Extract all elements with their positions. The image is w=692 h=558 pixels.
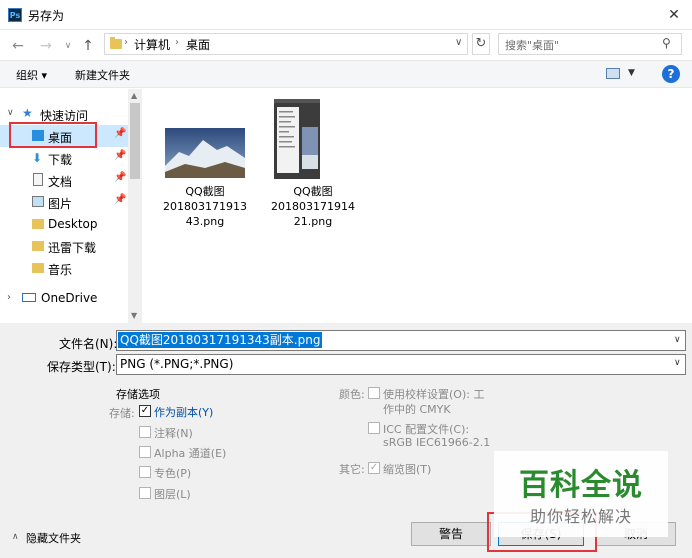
image-thumbnail (274, 99, 320, 179)
folder-icon (110, 37, 122, 49)
pictures-icon (32, 196, 44, 207)
download-arrow-icon: ⬇ (32, 151, 43, 165)
file-name-line: 43.png (185, 215, 225, 228)
scroll-up-icon[interactable]: ▲ (131, 91, 137, 100)
help-button[interactable]: ? (662, 65, 680, 83)
proof-setup-label-1: 使用校样设置(O): 工 (383, 388, 485, 401)
breadcrumb-separator-icon: › (124, 37, 128, 48)
pin-icon: 📌 (114, 150, 127, 161)
collapse-chevron-icon[interactable]: ∧ (12, 532, 19, 542)
nav-item-thunder-downloads[interactable]: 迅雷下载 (0, 235, 128, 257)
file-item[interactable] (274, 99, 320, 179)
new-folder-button[interactable]: 新建文件夹 (75, 67, 130, 83)
close-button[interactable]: ✕ (664, 6, 684, 24)
breadcrumb-computer[interactable]: 计算机 (134, 36, 170, 53)
folder-icon (32, 241, 44, 251)
filename-value[interactable]: QQ截图20180317191343副本.png (118, 332, 323, 348)
expand-chevron-icon[interactable]: ∨ (7, 108, 14, 118)
file-name-line: 21.png (293, 215, 333, 228)
filetype-label: 保存类型(T): (47, 360, 116, 374)
up-arrow-icon[interactable]: ↑ (80, 38, 96, 54)
proof-setup-checkbox[interactable] (368, 387, 380, 399)
filename-dropdown-icon[interactable]: ∨ (674, 335, 681, 345)
icc-profile-checkbox[interactable] (368, 422, 380, 434)
notes-label: 注释(N) (154, 427, 193, 440)
hide-folders-button[interactable]: 隐藏文件夹 (26, 530, 81, 546)
warning-button[interactable]: 警告 (411, 522, 491, 546)
highlight-annotation (9, 122, 97, 148)
recent-locations-chevron-icon[interactable]: ∨ (60, 38, 76, 54)
spot-checkbox[interactable] (139, 466, 151, 478)
back-arrow-icon[interactable]: ← (10, 38, 26, 54)
title-bar (0, 0, 692, 30)
file-name-line: 201803171914 (271, 200, 355, 213)
window-title: 另存为 (28, 9, 65, 23)
file-item[interactable] (165, 128, 245, 178)
organize-button[interactable]: 组织 ▾ (16, 67, 47, 83)
nav-item-desktop-folder[interactable]: Desktop (0, 213, 128, 235)
photoshop-icon: Ps (8, 8, 22, 22)
color-label: 颜色: (339, 388, 365, 401)
breadcrumb-desktop[interactable]: 桌面 (186, 36, 210, 53)
search-placeholder: 搜索"桌面" (505, 39, 560, 52)
breadcrumb-separator-icon: › (175, 37, 179, 48)
pin-icon: 📌 (114, 194, 127, 205)
nav-item-label: 迅雷下载 (48, 241, 97, 255)
layers-label: 图层(L) (154, 488, 191, 501)
as-copy-label[interactable]: 作为副本(Y) (154, 404, 213, 420)
thumbnail-label: 缩览图(T) (383, 463, 432, 476)
nav-item-pictures[interactable]: 图片 📌 (0, 191, 128, 213)
watermark-title: 百科全说 (519, 468, 643, 503)
view-dropdown-icon[interactable]: ▼ (628, 68, 635, 78)
spot-label: 专色(P) (154, 467, 192, 480)
expand-chevron-icon[interactable]: › (7, 292, 11, 303)
watermark-subtitle: 助你轻松解决 (529, 507, 632, 526)
pin-icon: 📌 (114, 172, 127, 183)
filename-label: 文件名(N): (59, 337, 118, 351)
scroll-down-icon[interactable]: ▼ (131, 311, 137, 320)
other-label: 其它: (339, 463, 365, 476)
alpha-checkbox[interactable] (139, 446, 151, 458)
filetype-value: PNG (*.PNG;*.PNG) (120, 357, 234, 371)
nav-item-label: Desktop (48, 217, 98, 231)
onedrive-icon (22, 293, 36, 302)
forward-arrow-icon[interactable]: → (38, 38, 54, 54)
notes-checkbox[interactable] (139, 426, 151, 438)
icc-profile-label-1: ICC 配置文件(C): (383, 423, 470, 436)
as-copy-checkbox[interactable]: ✓ (139, 405, 151, 417)
search-icon[interactable]: ⚲ (662, 36, 671, 50)
thumbnail-checkbox[interactable]: ✓ (368, 462, 380, 474)
nav-item-label: 文档 (48, 175, 73, 189)
storage-options-heading: 存储选项 (116, 388, 160, 401)
nav-item-downloads[interactable]: ⬇ 下载 📌 (0, 147, 128, 169)
layers-checkbox[interactable] (139, 487, 151, 499)
star-icon: ★ (22, 106, 33, 120)
alpha-label: Alpha 通道(E) (154, 447, 227, 460)
file-name[interactable]: QQ截图 201803171913 43.png (155, 184, 255, 229)
file-name-line: QQ截图 (293, 185, 333, 198)
address-dropdown-icon[interactable]: ∨ (455, 37, 462, 48)
folder-icon (32, 263, 44, 273)
nav-item-music[interactable]: 音乐 (0, 257, 128, 279)
image-thumbnail (165, 128, 245, 178)
document-icon (33, 173, 43, 186)
nav-item-label: 下载 (48, 153, 73, 167)
nav-item-label: 图片 (48, 197, 73, 211)
file-name-line: 201803171913 (163, 200, 247, 213)
pin-icon: 📌 (114, 128, 127, 139)
proof-setup-label-2: 作中的 CMYK (383, 403, 451, 416)
nav-scrollbar-thumb[interactable] (130, 103, 140, 179)
filetype-dropdown-icon[interactable]: ∨ (674, 358, 681, 368)
nav-item-label: 音乐 (48, 263, 73, 277)
file-name-line: QQ截图 (185, 185, 225, 198)
nav-item-documents[interactable]: 文档 📌 (0, 169, 128, 191)
storage-label: 存储: (109, 407, 135, 420)
icc-profile-label-2: sRGB IEC61966-2.1 (383, 436, 491, 449)
refresh-icon[interactable]: ↻ (472, 33, 490, 55)
nav-item-label: OneDrive (41, 291, 98, 305)
file-name[interactable]: QQ截图 201803171914 21.png (263, 184, 363, 229)
nav-item-onedrive[interactable]: › OneDrive (0, 287, 128, 309)
view-icon[interactable] (606, 68, 620, 79)
folder-icon (32, 219, 44, 229)
